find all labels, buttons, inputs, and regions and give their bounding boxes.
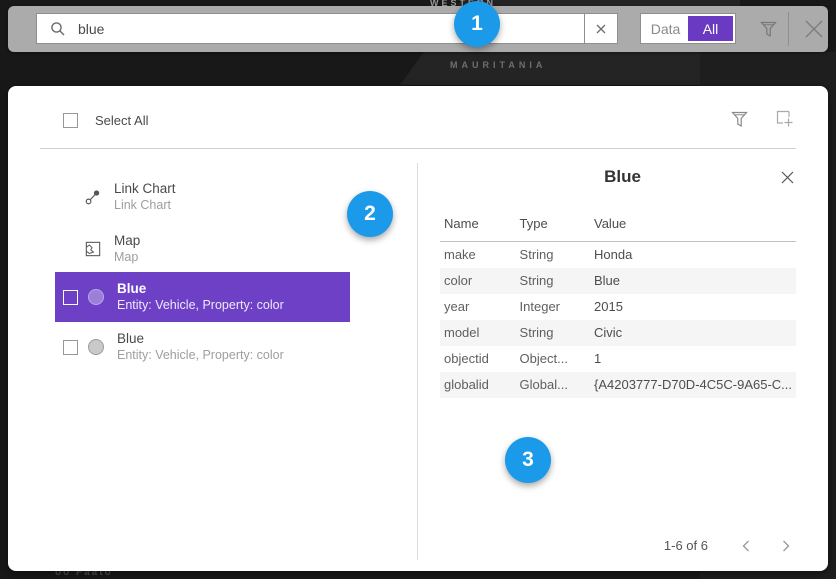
cell-type: String [516, 320, 590, 346]
callout-badge-3: 3 [505, 437, 551, 483]
map-icon [85, 241, 101, 257]
cell-name: color [440, 268, 516, 294]
table-row: year Integer 2015 [440, 294, 796, 320]
clear-search-button[interactable] [584, 14, 617, 43]
table-row: make String Honda [440, 242, 796, 268]
cell-type: Global... [516, 372, 590, 398]
link-chart-icon [85, 189, 101, 205]
close-icon [803, 18, 825, 40]
attribute-table: Name Type Value make String Honda color … [440, 216, 796, 398]
cell-type: String [516, 242, 590, 268]
property-circle-icon [88, 289, 104, 305]
result-text: Link Chart Link Chart [114, 181, 176, 213]
funnel-icon [731, 110, 748, 128]
clear-icon [595, 23, 607, 35]
chevron-right-icon [780, 539, 792, 553]
property-circle-icon [88, 339, 104, 355]
toggle-option-data[interactable]: Data [643, 16, 688, 41]
cell-name: year [440, 294, 516, 320]
search-icon [50, 21, 66, 37]
search-filter-button[interactable] [754, 16, 782, 42]
select-all-label: Select All [95, 113, 148, 128]
cell-name: model [440, 320, 516, 346]
cell-value: Honda [590, 242, 796, 268]
table-row: objectid Object... 1 [440, 346, 796, 372]
callout-badge-1: 1 [454, 1, 500, 47]
result-subtitle: Map [114, 249, 140, 265]
pagination-next-button[interactable] [774, 534, 798, 558]
table-row: color String Blue [440, 268, 796, 294]
screenshot-root: WESTERN MAURITANIA oo Faato Data All [0, 0, 836, 579]
cell-value: Blue [590, 268, 796, 294]
toggle-option-all[interactable]: All [688, 16, 733, 41]
panel-vertical-divider [417, 163, 418, 560]
close-search-button[interactable] [800, 16, 828, 42]
cell-value: 2015 [590, 294, 796, 320]
pagination-prev-button[interactable] [734, 534, 758, 558]
pagination-range: 1-6 of 6 [608, 538, 708, 553]
col-header-type: Type [516, 216, 590, 242]
select-all-checkbox[interactable] [63, 113, 78, 128]
cell-type: String [516, 268, 590, 294]
cell-type: Integer [516, 294, 590, 320]
results-panel: Select All Link Chart [8, 86, 828, 571]
detail-close-button[interactable] [776, 166, 798, 188]
col-header-name: Name [440, 216, 516, 242]
close-icon [780, 170, 795, 185]
detail-title: Blue [417, 167, 828, 187]
results-filter-button[interactable] [724, 104, 754, 134]
data-all-toggle: Data All [640, 13, 736, 44]
header-divider [40, 148, 796, 149]
result-subtitle: Entity: Vehicle, Property: color [117, 297, 284, 313]
toolbar-divider [788, 12, 789, 46]
result-subtitle: Entity: Vehicle, Property: color [117, 347, 284, 363]
add-selection-button[interactable] [770, 104, 800, 134]
result-title: Blue [117, 281, 284, 297]
callout-badge-2: 2 [347, 191, 393, 237]
result-subtitle: Link Chart [114, 197, 176, 213]
search-box [36, 13, 618, 44]
result-text: Blue Entity: Vehicle, Property: color [117, 281, 284, 313]
result-checkbox[interactable] [63, 290, 78, 305]
result-text: Blue Entity: Vehicle, Property: color [117, 331, 284, 363]
table-header-row: Name Type Value [440, 216, 796, 242]
cell-value: {A4203777-D70D-4C5C-9A65-C... [590, 372, 796, 398]
funnel-icon [760, 20, 777, 38]
add-square-icon [775, 109, 795, 129]
result-item-link-chart[interactable]: Link Chart Link Chart [55, 174, 350, 220]
cell-name: objectid [440, 346, 516, 372]
col-header-value: Value [590, 216, 796, 242]
result-item-blue-selected[interactable]: Blue Entity: Vehicle, Property: color [55, 272, 350, 322]
result-text: Map Map [114, 233, 140, 265]
table-row: globalid Global... {A4203777-D70D-4C5C-9… [440, 372, 796, 398]
result-title: Blue [117, 331, 284, 347]
result-item-map[interactable]: Map Map [55, 226, 350, 272]
table-row: model String Civic [440, 320, 796, 346]
cell-type: Object... [516, 346, 590, 372]
cell-name: globalid [440, 372, 516, 398]
result-title: Link Chart [114, 181, 176, 197]
cell-name: make [440, 242, 516, 268]
result-checkbox[interactable] [63, 340, 78, 355]
result-title: Map [114, 233, 140, 249]
result-item-blue[interactable]: Blue Entity: Vehicle, Property: color [55, 324, 350, 370]
search-toolbar: Data All [8, 6, 828, 52]
cell-value: 1 [590, 346, 796, 372]
map-label-mauritania: MAURITANIA [450, 60, 546, 70]
cell-value: Civic [590, 320, 796, 346]
search-input[interactable] [66, 14, 584, 43]
chevron-left-icon [740, 539, 752, 553]
